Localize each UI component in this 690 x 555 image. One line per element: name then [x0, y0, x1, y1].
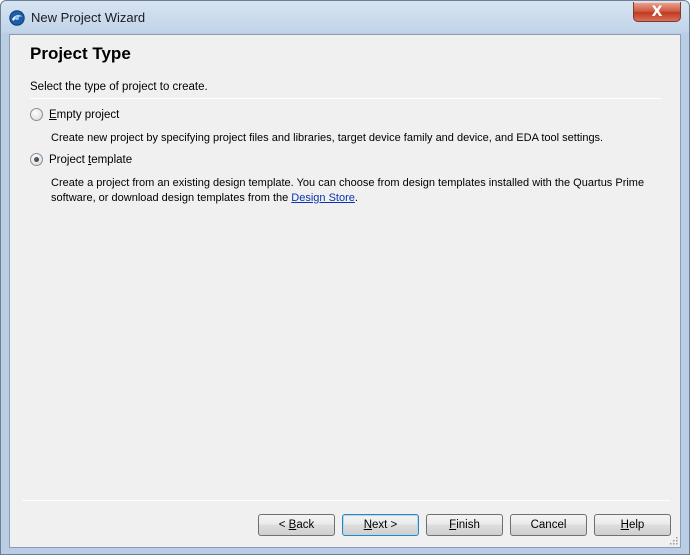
footer-divider — [22, 500, 670, 501]
back-button[interactable]: < Back — [258, 514, 335, 536]
window-title: New Project Wizard — [31, 10, 146, 25]
cancel-button[interactable]: Cancel — [510, 514, 587, 536]
close-button[interactable]: X — [633, 2, 681, 22]
project-template-label[interactable]: Project template — [49, 154, 132, 166]
empty-project-option[interactable]: Empty project — [30, 108, 119, 121]
empty-project-label[interactable]: Empty project — [49, 109, 119, 121]
project-template-option[interactable]: Project template — [30, 153, 132, 166]
help-button[interactable]: Help — [594, 514, 671, 536]
empty-project-description: Create new project by specifying project… — [51, 132, 604, 144]
title-bar[interactable]: New Project Wizard X — [1, 1, 689, 34]
quartus-app-icon — [9, 10, 25, 26]
design-store-link[interactable]: Design Store — [291, 192, 355, 204]
header-divider — [30, 98, 662, 99]
wizard-window: New Project Wizard X Project Type Select… — [0, 0, 690, 555]
wizard-content: Project Type Select the type of project … — [9, 34, 681, 548]
page-title: Project Type — [30, 44, 131, 63]
project-template-radio[interactable] — [30, 153, 43, 166]
next-button[interactable]: Next > — [342, 514, 419, 536]
resize-grip-icon[interactable] — [668, 535, 678, 545]
close-icon: X — [651, 3, 663, 20]
page-subtitle: Select the type of project to create. — [30, 81, 208, 93]
empty-project-radio[interactable] — [30, 108, 43, 121]
finish-button[interactable]: Finish — [426, 514, 503, 536]
project-template-description: Create a project from an existing design… — [51, 177, 645, 204]
